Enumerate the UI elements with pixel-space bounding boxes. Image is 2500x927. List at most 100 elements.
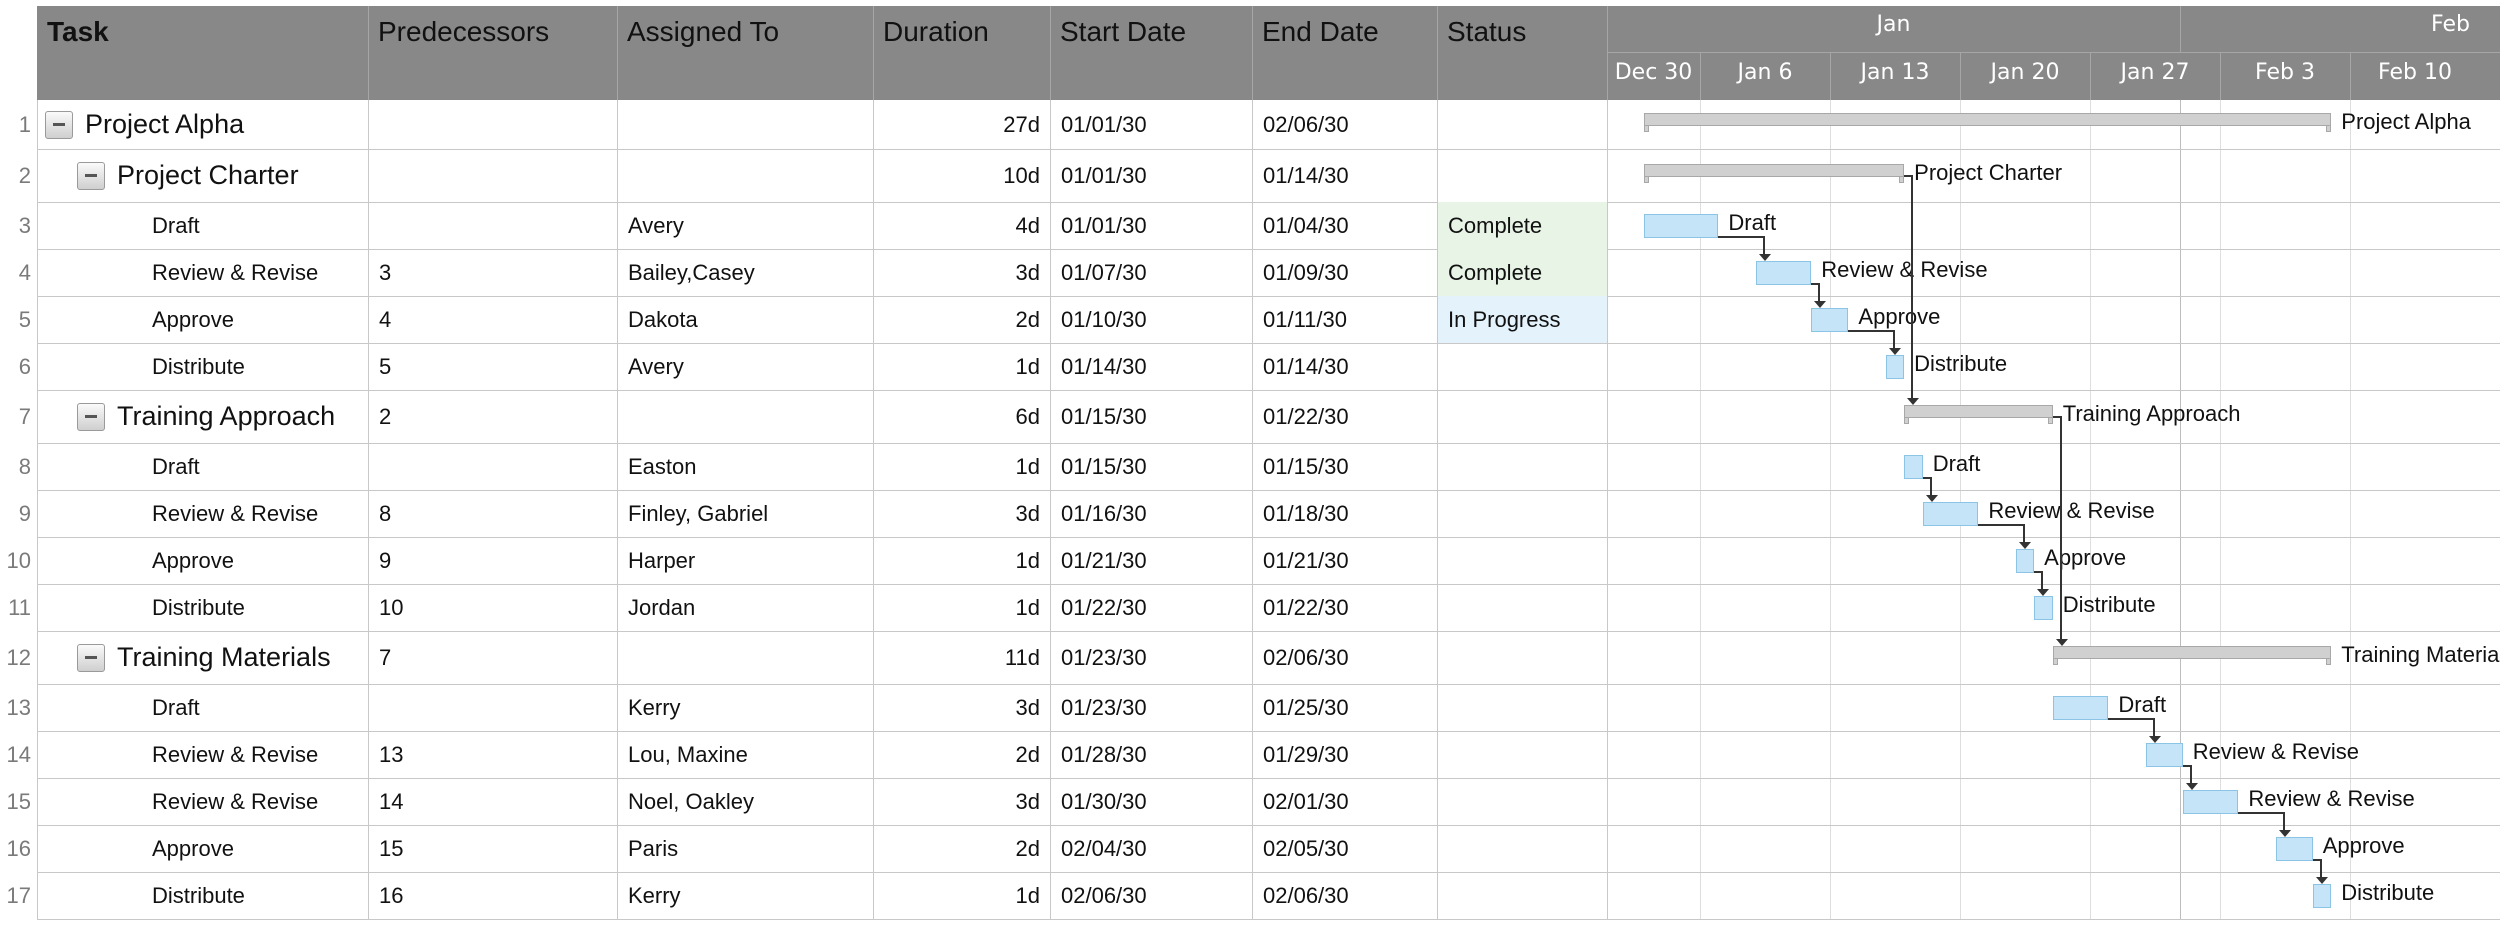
- task-bar[interactable]: [1922, 501, 1979, 526]
- status-cell[interactable]: Complete: [1438, 202, 1607, 249]
- start-date-cell[interactable]: 01/22/30: [1051, 584, 1252, 631]
- assigned-to-cell[interactable]: Dakota: [618, 296, 873, 343]
- predecessors-cell[interactable]: [369, 684, 617, 731]
- predecessors-cell[interactable]: 9: [369, 537, 617, 584]
- start-date-cell[interactable]: 01/10/30: [1051, 296, 1252, 343]
- status-cell[interactable]: [1438, 100, 1607, 149]
- predecessors-cell[interactable]: 2: [369, 390, 617, 443]
- status-cell[interactable]: [1438, 778, 1607, 825]
- end-date-cell[interactable]: 01/29/30: [1253, 731, 1437, 778]
- summary-bar[interactable]: [1644, 163, 1905, 177]
- end-date-cell[interactable]: 01/25/30: [1253, 684, 1437, 731]
- status-cell[interactable]: [1438, 825, 1607, 872]
- task-bar[interactable]: [1755, 260, 1812, 285]
- end-date-cell[interactable]: 01/04/30: [1253, 202, 1437, 249]
- start-date-cell[interactable]: 01/01/30: [1051, 149, 1252, 202]
- start-date-cell[interactable]: 01/01/30: [1051, 202, 1252, 249]
- duration-cell[interactable]: 2d: [874, 731, 1050, 778]
- assigned-to-cell[interactable]: Finley, Gabriel: [618, 490, 873, 537]
- task-bar[interactable]: [1644, 213, 1719, 238]
- start-date-cell[interactable]: 01/07/30: [1051, 249, 1252, 296]
- predecessors-cell[interactable]: [369, 202, 617, 249]
- end-date-cell[interactable]: 02/05/30: [1253, 825, 1437, 872]
- assigned-to-cell[interactable]: Noel, Oakley: [618, 778, 873, 825]
- end-date-cell[interactable]: 01/09/30: [1253, 249, 1437, 296]
- assigned-to-cell[interactable]: Harper: [618, 537, 873, 584]
- status-cell[interactable]: [1438, 731, 1607, 778]
- task-cell[interactable]: Review & Revise: [37, 731, 368, 778]
- task-cell[interactable]: Review & Revise: [37, 490, 368, 537]
- assigned-to-cell[interactable]: Avery: [618, 343, 873, 390]
- task-bar[interactable]: [2052, 695, 2109, 720]
- predecessors-cell[interactable]: 8: [369, 490, 617, 537]
- status-cell[interactable]: In Progress: [1438, 296, 1607, 343]
- end-date-cell[interactable]: 02/01/30: [1253, 778, 1437, 825]
- end-date-cell[interactable]: 01/11/30: [1253, 296, 1437, 343]
- predecessors-cell[interactable]: 10: [369, 584, 617, 631]
- task-cell[interactable]: Training Materials: [37, 631, 368, 684]
- start-date-cell[interactable]: 01/01/30: [1051, 100, 1252, 149]
- start-date-cell[interactable]: 01/15/30: [1051, 443, 1252, 490]
- status-cell[interactable]: [1438, 684, 1607, 731]
- column-header-duration[interactable]: Duration: [873, 6, 1050, 100]
- status-cell[interactable]: [1438, 872, 1607, 919]
- predecessors-cell[interactable]: [369, 443, 617, 490]
- predecessors-cell[interactable]: 16: [369, 872, 617, 919]
- start-date-cell[interactable]: 02/06/30: [1051, 872, 1252, 919]
- status-cell[interactable]: [1438, 149, 1607, 202]
- summary-bar[interactable]: [2052, 645, 2332, 659]
- assigned-to-cell[interactable]: Avery: [618, 202, 873, 249]
- predecessors-cell[interactable]: 5: [369, 343, 617, 390]
- duration-cell[interactable]: 4d: [874, 202, 1050, 249]
- duration-cell[interactable]: 1d: [874, 443, 1050, 490]
- end-date-cell[interactable]: 01/22/30: [1253, 584, 1437, 631]
- predecessors-cell[interactable]: 3: [369, 249, 617, 296]
- summary-bar[interactable]: [1904, 404, 2053, 418]
- duration-cell[interactable]: 6d: [874, 390, 1050, 443]
- collapse-toggle-icon[interactable]: [77, 643, 105, 672]
- end-date-cell[interactable]: 01/14/30: [1253, 149, 1437, 202]
- start-date-cell[interactable]: 02/04/30: [1051, 825, 1252, 872]
- predecessors-cell[interactable]: 14: [369, 778, 617, 825]
- task-bar[interactable]: [1904, 454, 1923, 479]
- predecessors-cell[interactable]: [369, 100, 617, 149]
- predecessors-cell[interactable]: 15: [369, 825, 617, 872]
- end-date-cell[interactable]: 02/06/30: [1253, 631, 1437, 684]
- assigned-to-cell[interactable]: Bailey,Casey: [618, 249, 873, 296]
- status-cell[interactable]: [1438, 537, 1607, 584]
- task-bar[interactable]: [2015, 548, 2035, 573]
- task-bar[interactable]: [1811, 307, 1849, 332]
- column-header-start-date[interactable]: Start Date: [1050, 6, 1252, 100]
- status-cell[interactable]: [1438, 584, 1607, 631]
- assigned-to-cell[interactable]: [618, 631, 873, 684]
- duration-cell[interactable]: 11d: [874, 631, 1050, 684]
- task-cell[interactable]: Draft: [37, 202, 368, 249]
- assigned-to-cell[interactable]: Paris: [618, 825, 873, 872]
- start-date-cell[interactable]: 01/28/30: [1051, 731, 1252, 778]
- status-cell[interactable]: [1438, 443, 1607, 490]
- end-date-cell[interactable]: 02/06/30: [1253, 872, 1437, 919]
- duration-cell[interactable]: 3d: [874, 778, 1050, 825]
- status-cell[interactable]: Complete: [1438, 249, 1607, 296]
- task-cell[interactable]: Draft: [37, 443, 368, 490]
- task-bar[interactable]: [2275, 836, 2313, 861]
- task-cell[interactable]: Draft: [37, 684, 368, 731]
- duration-cell[interactable]: 3d: [874, 490, 1050, 537]
- duration-cell[interactable]: 2d: [874, 825, 1050, 872]
- task-cell[interactable]: Distribute: [37, 343, 368, 390]
- start-date-cell[interactable]: 01/23/30: [1051, 631, 1252, 684]
- assigned-to-cell[interactable]: Kerry: [618, 684, 873, 731]
- task-cell[interactable]: Approve: [37, 825, 368, 872]
- end-date-cell[interactable]: 01/15/30: [1253, 443, 1437, 490]
- start-date-cell[interactable]: 01/16/30: [1051, 490, 1252, 537]
- duration-cell[interactable]: 1d: [874, 584, 1050, 631]
- start-date-cell[interactable]: 01/14/30: [1051, 343, 1252, 390]
- task-cell[interactable]: Approve: [37, 537, 368, 584]
- status-cell[interactable]: [1438, 343, 1607, 390]
- end-date-cell[interactable]: 01/14/30: [1253, 343, 1437, 390]
- assigned-to-cell[interactable]: Easton: [618, 443, 873, 490]
- end-date-cell[interactable]: 01/21/30: [1253, 537, 1437, 584]
- end-date-cell[interactable]: 02/06/30: [1253, 100, 1437, 149]
- task-cell[interactable]: Training Approach: [37, 390, 368, 443]
- column-header-status[interactable]: Status: [1437, 6, 1607, 100]
